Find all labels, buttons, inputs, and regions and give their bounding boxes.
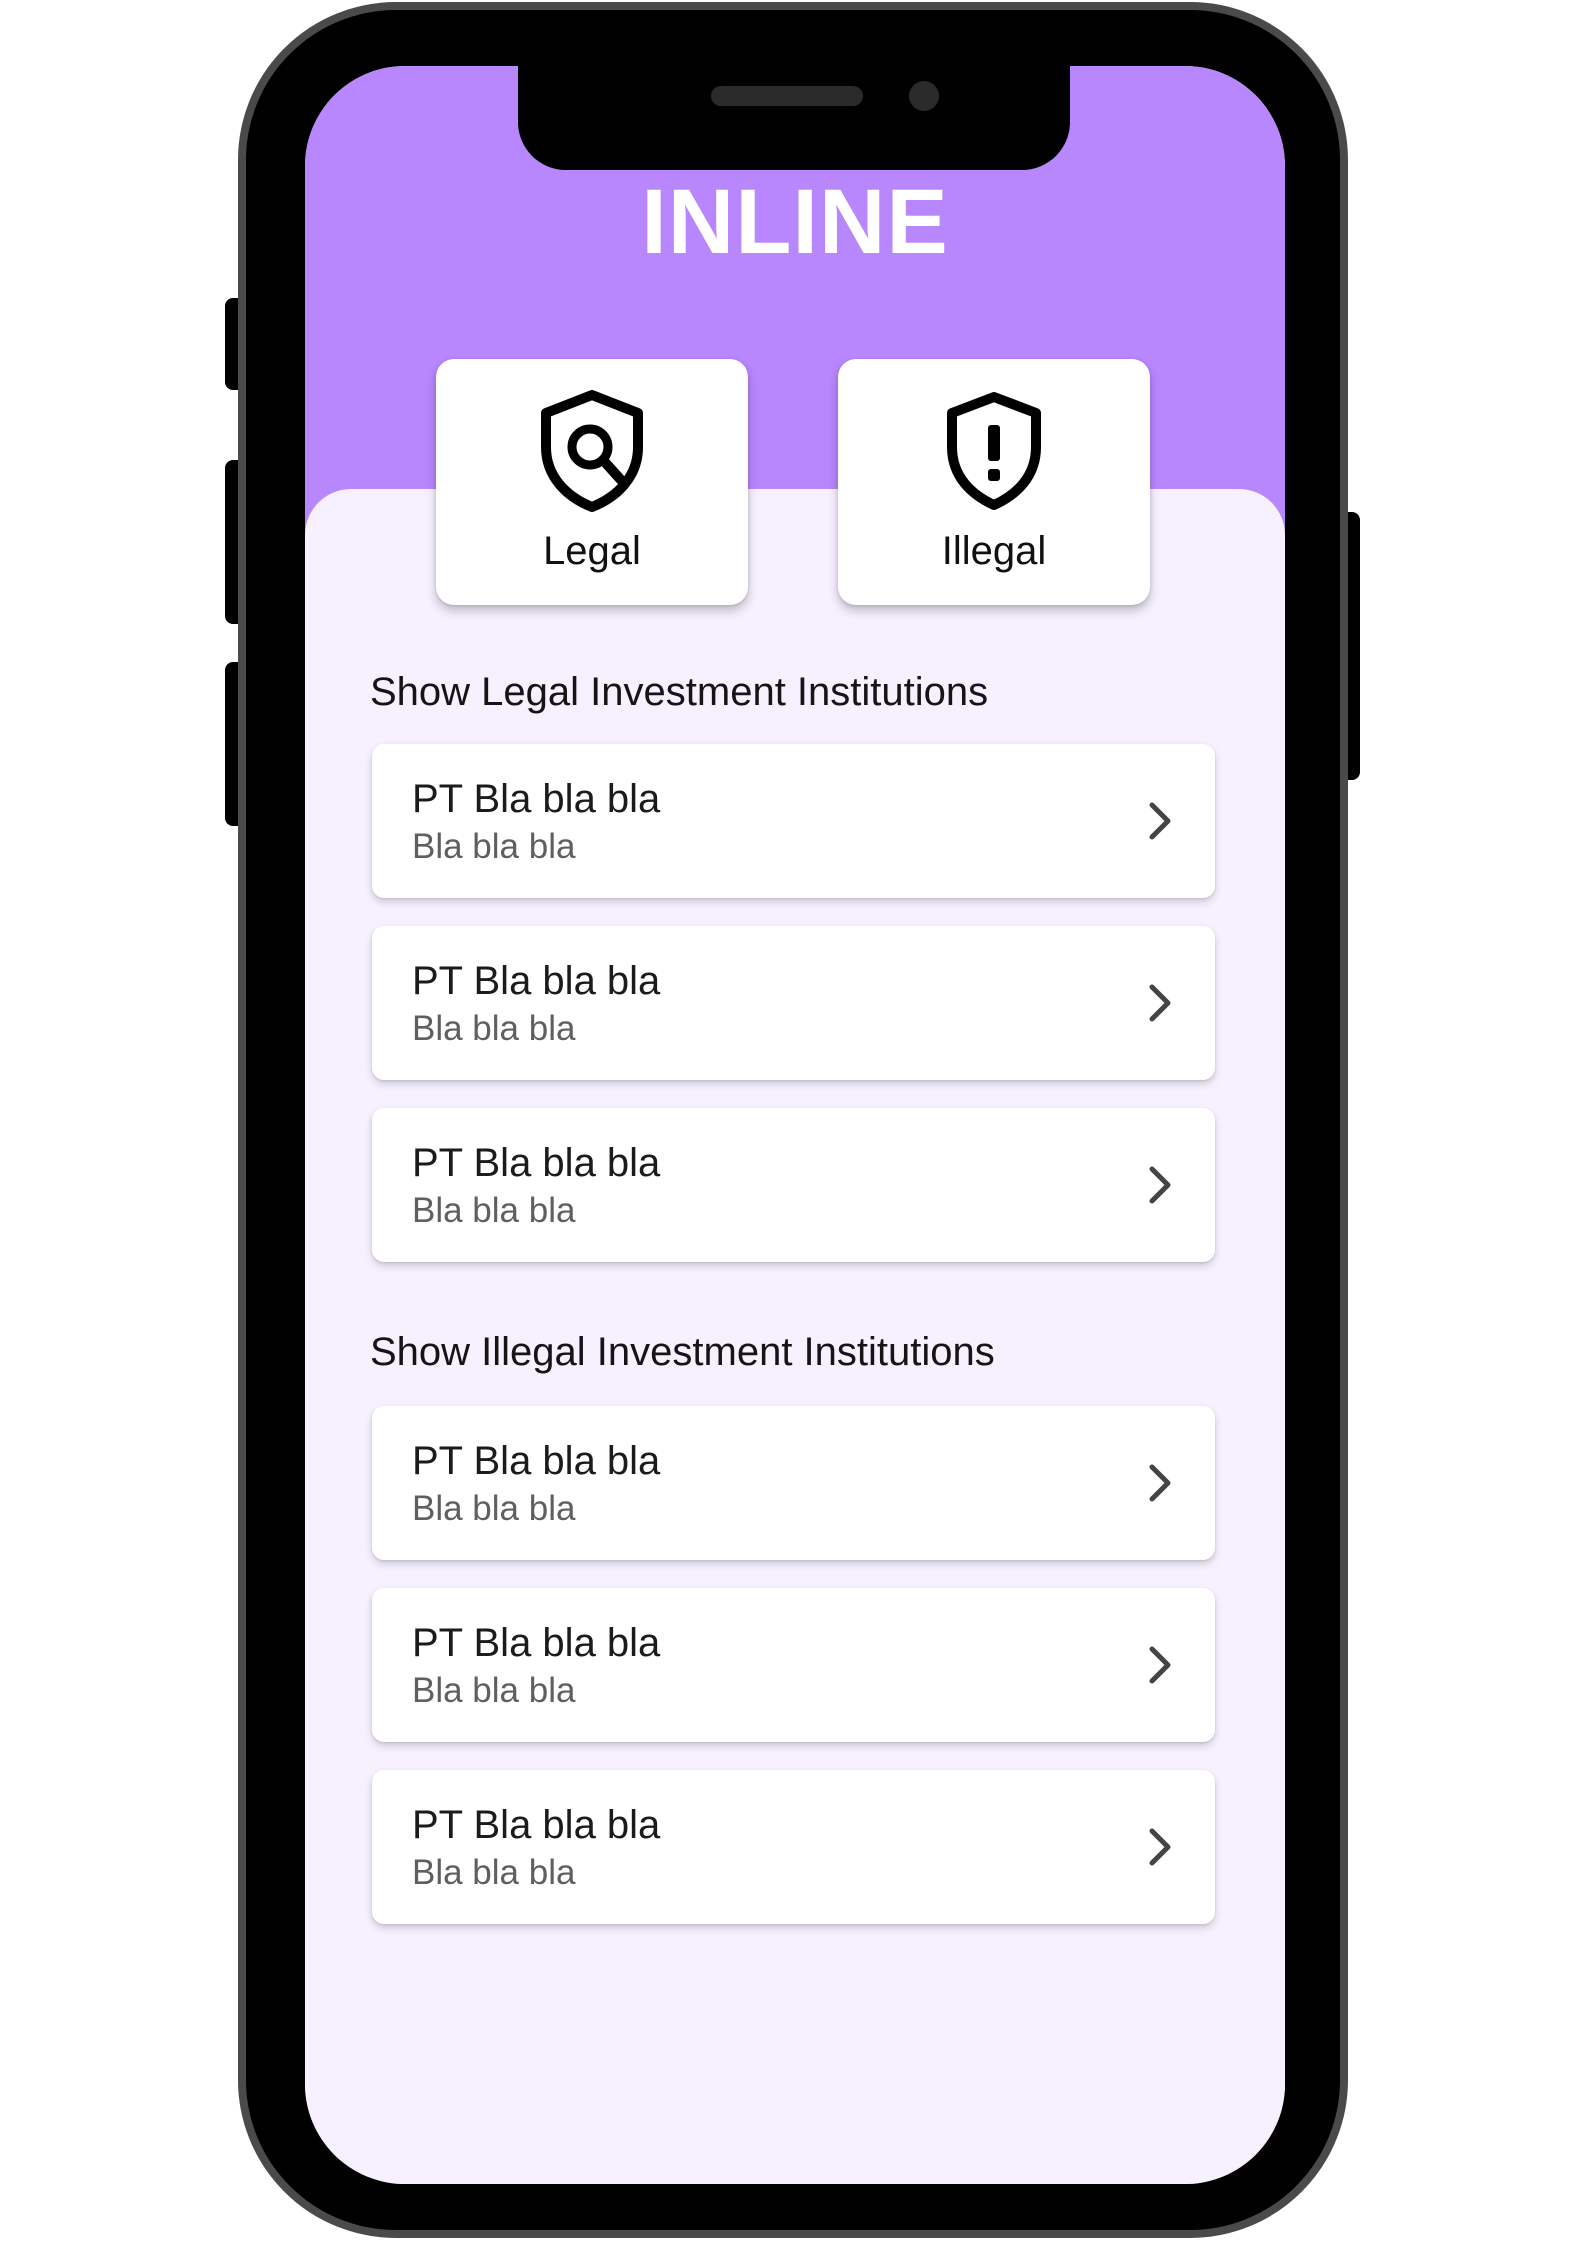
chevron-right-icon [1149, 802, 1171, 840]
chevron-right-icon [1149, 1828, 1171, 1866]
chevron-right-icon [1149, 1646, 1171, 1684]
illegal-section-title: Show Illegal Investment Institutions [370, 1330, 995, 1374]
illegal-category-button[interactable]: Illegal [838, 359, 1150, 605]
list-item[interactable]: PT Bla bla bla Bla bla bla [372, 1108, 1215, 1262]
front-camera [909, 81, 939, 111]
mockup-stage: INLINE Legal Illegal Show Legal Investme… [0, 0, 1587, 2245]
institution-subtitle: Bla bla bla [412, 1853, 576, 1892]
institution-subtitle: Bla bla bla [412, 1671, 576, 1710]
list-item[interactable]: PT Bla bla bla Bla bla bla [372, 1588, 1215, 1742]
chevron-right-icon [1149, 1166, 1171, 1204]
legal-section-title: Show Legal Investment Institutions [370, 670, 989, 714]
phone-screen: INLINE Legal Illegal Show Legal Investme… [305, 66, 1285, 2184]
list-item[interactable]: PT Bla bla bla Bla bla bla [372, 926, 1215, 1080]
list-item[interactable]: PT Bla bla bla Bla bla bla [372, 744, 1215, 898]
chevron-right-icon [1149, 984, 1171, 1022]
institution-name: PT Bla bla bla [412, 1141, 661, 1185]
institution-subtitle: Bla bla bla [412, 1489, 576, 1528]
institution-name: PT Bla bla bla [412, 959, 661, 1003]
speaker-grille [711, 86, 863, 106]
illegal-category-label: Illegal [941, 529, 1047, 573]
app-title: INLINE [641, 171, 949, 273]
legal-category-button[interactable]: Legal [436, 359, 748, 605]
list-item[interactable]: PT Bla bla bla Bla bla bla [372, 1770, 1215, 1924]
institution-subtitle: Bla bla bla [412, 1191, 576, 1230]
institution-name: PT Bla bla bla [412, 777, 661, 821]
institution-subtitle: Bla bla bla [412, 827, 576, 866]
list-item[interactable]: PT Bla bla bla Bla bla bla [372, 1406, 1215, 1560]
phone-notch [518, 66, 1070, 170]
chevron-right-icon [1149, 1464, 1171, 1502]
institution-name: PT Bla bla bla [412, 1621, 661, 1665]
shield-alert-icon [838, 389, 1150, 510]
legal-category-label: Legal [543, 529, 641, 573]
shield-search-icon [436, 389, 748, 512]
institution-name: PT Bla bla bla [412, 1439, 661, 1483]
institution-name: PT Bla bla bla [412, 1803, 661, 1847]
institution-subtitle: Bla bla bla [412, 1009, 576, 1048]
